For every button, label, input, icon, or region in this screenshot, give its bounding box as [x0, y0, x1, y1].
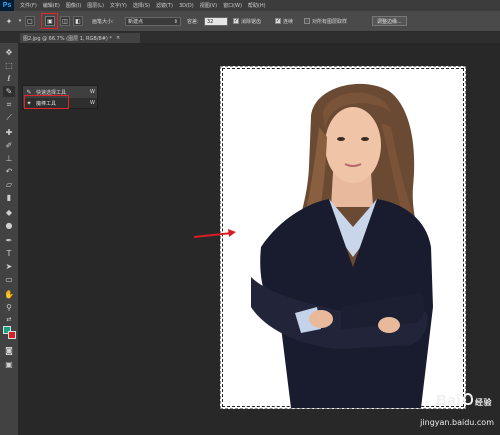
path-selection-tool-icon[interactable]: ➤ — [3, 261, 15, 272]
healing-brush-tool-icon[interactable]: ✚ — [3, 127, 15, 138]
quick-select-tool-icon[interactable]: ✎ — [3, 86, 15, 97]
photoshop-logo: Ps — [0, 0, 14, 11]
contiguous-checkbox[interactable]: ✓ 连续 — [275, 16, 293, 26]
refine-edge-button[interactable]: 调整边缘... — [372, 16, 407, 26]
shape-tool-icon[interactable]: ▭ — [3, 274, 15, 285]
flyout-item-shortcut: W — [90, 100, 95, 106]
swap-colors-icon[interactable]: ⇄ — [3, 314, 15, 325]
subtract-selection-icon[interactable]: ◫ — [60, 16, 70, 26]
sample-size-value: 新建点 — [128, 19, 144, 25]
watermark-logo-tail: 经验 — [475, 398, 492, 407]
dodge-tool-icon[interactable]: ● — [3, 220, 15, 231]
quick-mask-icon[interactable]: ◙ — [3, 345, 15, 356]
document-tab-bar: 图2.jpg @ 66.7% (图层 1, RGB/8#) * × — [0, 32, 500, 43]
contiguous-label: 连续 — [283, 18, 294, 25]
highlight-box-magic-wand — [24, 95, 69, 109]
red-arrow-icon — [193, 229, 236, 238]
zoom-tool-icon[interactable]: ⚲ — [3, 302, 15, 313]
watermark-url: jingyan.baidu.com — [420, 418, 494, 427]
document-canvas[interactable] — [220, 66, 466, 409]
gradient-tool-icon[interactable]: ▮ — [3, 192, 15, 203]
menu-filter[interactable]: 滤镜(T) — [156, 2, 173, 9]
paw-icon — [463, 393, 473, 405]
history-brush-tool-icon[interactable]: ↶ — [3, 166, 15, 177]
antialias-checkbox[interactable]: ✓ 消除锯齿 — [233, 16, 261, 26]
sample-size-label: 画笔大小: — [92, 18, 114, 25]
chevron-down-icon: ⇕ — [173, 18, 178, 25]
menu-view[interactable]: 视图(V) — [200, 2, 217, 9]
menu-file[interactable]: 文件(F) — [20, 2, 37, 9]
screen-mode-icon[interactable]: ▣ — [3, 359, 15, 370]
hand-tool-icon[interactable]: ✋ — [3, 289, 15, 300]
tolerance-label: 容差: — [187, 18, 199, 25]
unchecked-box — [304, 18, 310, 24]
marquee-tool-icon[interactable]: ⬚ — [3, 60, 15, 71]
baidu-logo: Bai 经验 — [436, 392, 492, 409]
menu-help[interactable]: 帮助(H) — [248, 2, 266, 9]
antialias-label: 消除锯齿 — [241, 18, 262, 25]
flyout-item-shortcut: W — [90, 89, 95, 95]
new-selection-icon[interactable]: □ — [25, 16, 35, 26]
lasso-tool-icon[interactable]: ℓ — [3, 73, 15, 84]
pen-tool-icon[interactable]: ✒ — [3, 235, 15, 246]
menu-window[interactable]: 窗口(W) — [223, 2, 242, 9]
highlight-box-add-selection — [41, 13, 58, 29]
tolerance-input[interactable]: 32 — [204, 17, 228, 26]
eyedropper-tool-icon[interactable]: ⟋ — [3, 112, 15, 123]
sample-size-select[interactable]: 新建点 ⇕ — [125, 17, 181, 26]
eraser-tool-icon[interactable]: ▱ — [3, 179, 15, 190]
clone-stamp-tool-icon[interactable]: ⊥ — [3, 153, 15, 164]
type-tool-icon[interactable]: T — [3, 248, 15, 259]
check-icon: ✓ — [275, 18, 281, 24]
tools-panel: ✥ ⬚ ℓ ✎ ⌗ ⟋ ✚ ✐ ⊥ ↶ ▱ ▮ ◆ ● ✒ T ➤ ▭ ✋ ⚲ … — [0, 43, 19, 435]
menu-type[interactable]: 文字(Y) — [110, 2, 127, 9]
background-color-swatch[interactable] — [8, 331, 16, 339]
all-layers-checkbox[interactable]: 对所有图层取样 — [304, 16, 347, 26]
move-tool-icon[interactable]: ✥ — [3, 47, 15, 58]
portrait-photo — [251, 83, 433, 408]
all-layers-label: 对所有图层取样 — [312, 18, 348, 25]
magic-wand-icon[interactable]: ✦ — [4, 16, 14, 26]
document-tab-title: 图2.jpg @ 66.7% (图层 1, RGB/8#) * — [23, 35, 112, 42]
document-tab[interactable]: 图2.jpg @ 66.7% (图层 1, RGB/8#) * × — [20, 33, 140, 43]
brush-tool-icon[interactable]: ✐ — [3, 140, 15, 151]
close-icon[interactable]: × — [116, 35, 120, 41]
crop-tool-icon[interactable]: ⌗ — [3, 99, 15, 110]
blur-tool-icon[interactable]: ◆ — [3, 207, 15, 218]
menu-edit[interactable]: 编辑(E) — [43, 2, 60, 9]
check-icon: ✓ — [233, 18, 239, 24]
menu-3d[interactable]: 3D(D) — [179, 3, 194, 9]
menu-image[interactable]: 图像(I) — [66, 2, 81, 9]
menu-layer[interactable]: 图层(L) — [87, 2, 104, 9]
options-bar: ✦ ▾ □ ▣ ◫ ◧ 画笔大小: 新建点 ⇕ 容差: 32 ✓ 消除锯齿 ✓ … — [0, 11, 500, 32]
watermark-logo: Bai — [436, 392, 461, 409]
baidu-jingyan-watermark: Bai 经验 jingyan.baidu.com — [380, 392, 498, 434]
intersect-selection-icon[interactable]: ◧ — [73, 16, 83, 26]
menu-select[interactable]: 选择(S) — [133, 2, 150, 9]
menu-bar: Ps 文件(F) 编辑(E) 图像(I) 图层(L) 文字(Y) 选择(S) 滤… — [0, 0, 500, 11]
chevron-down-icon[interactable]: ▾ — [15, 16, 25, 26]
